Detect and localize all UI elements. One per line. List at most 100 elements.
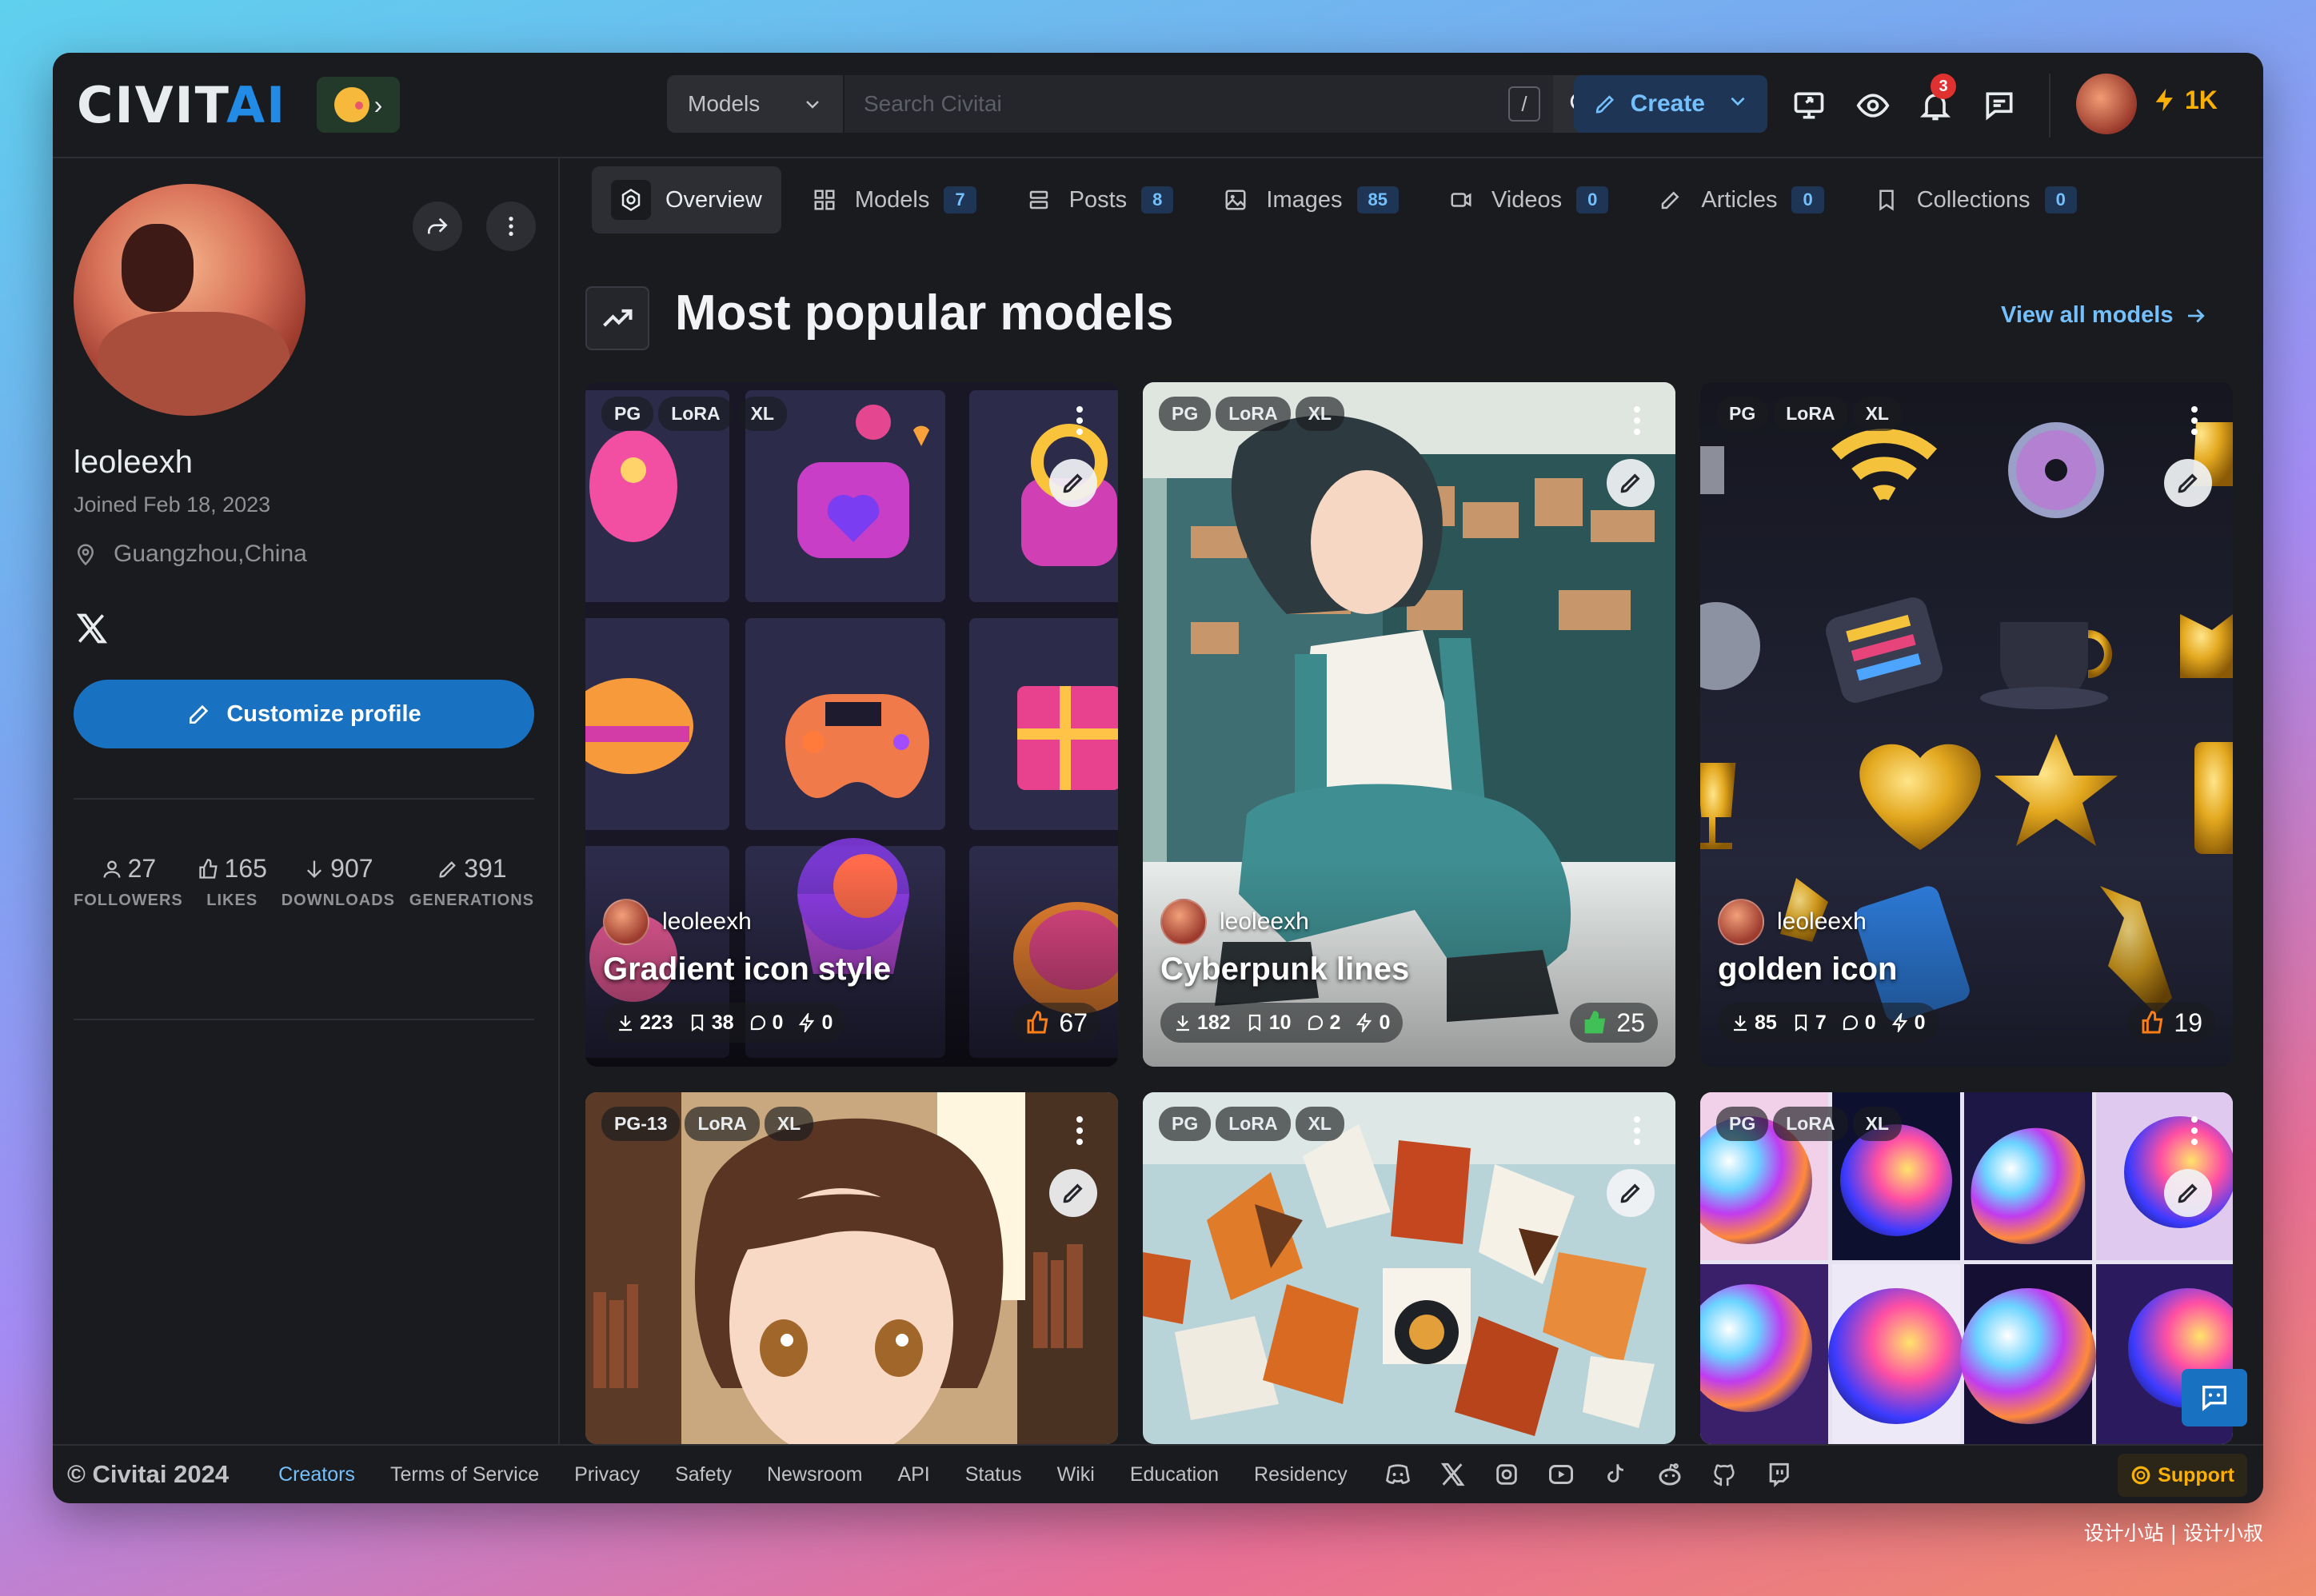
divider [74,798,534,800]
eye-icon[interactable] [1854,86,1892,125]
card-owner[interactable]: leoleexh [1718,899,1867,945]
footer-link-education[interactable]: Education [1130,1463,1219,1486]
card-image-anime-portrait [585,1092,1118,1444]
watermark-text: 设计小站 | 设计小叔 [2083,1522,2263,1545]
model-card[interactable]: PG LoRA XL leoleexh Gradient icon style … [585,382,1118,1067]
generate-button[interactable] [1607,1169,1655,1217]
tab-models[interactable]: Models 7 [789,166,996,233]
generate-button[interactable] [1607,459,1655,507]
user-avatar[interactable] [2076,74,2137,134]
emoji-menu-button[interactable]: › [317,77,400,133]
card-menu-button[interactable] [1634,406,1642,438]
tab-overview[interactable]: Overview [592,166,781,233]
bookmark-icon [691,1014,703,1032]
kiss-emoji-icon [333,87,369,122]
instagram-icon[interactable] [1491,1459,1522,1490]
footer-link-residency[interactable]: Residency [1254,1463,1348,1486]
model-likes[interactable]: 19 [2127,1003,2215,1043]
card-menu-button[interactable] [1634,1116,1642,1148]
type-badge: LoRA [1216,1107,1291,1141]
footer-link-creators[interactable]: Creators [278,1463,355,1486]
customize-profile-button[interactable]: Customize profile [74,680,534,748]
model-card[interactable]: PG LoRA XL [1700,1092,2233,1444]
bookmark-icon [1248,1014,1260,1032]
more-options-button[interactable] [486,201,536,251]
chat-support-button[interactable] [2182,1369,2247,1426]
generate-button[interactable] [2164,1169,2212,1217]
model-card[interactable]: PG LoRA XL leoleexh golden icon 85 7 0 0… [1700,382,2233,1067]
tab-collections[interactable]: Collections 0 [1851,166,2096,233]
youtube-icon[interactable] [1546,1459,1576,1490]
arrow-down-icon [307,860,322,878]
profile-tabs: Overview Models 7 Posts 8 Images 85 Vide… [592,166,2096,233]
model-stats: 182 10 2 0 [1160,1003,1404,1043]
tiktok-icon[interactable] [1600,1459,1631,1490]
card-badges: PG LoRA XL [1716,1107,1902,1141]
reddit-icon[interactable] [1655,1459,1685,1490]
footer-link-wiki[interactable]: Wiki [1057,1463,1095,1486]
stat-downloads: 907 DOWNLOADS [281,854,396,909]
thumb-up-icon [1027,1011,1048,1034]
model-card[interactable]: PG-13 LoRA XL [585,1092,1118,1444]
screen-share-icon[interactable] [1790,86,1828,125]
grid-icon [809,184,841,216]
footer-link-api[interactable]: API [897,1463,929,1486]
arrow-right-icon [2188,309,2206,322]
civitai-logo[interactable]: CIVITAI [77,80,286,131]
model-card[interactable]: PG LoRA XL leoleexh Cyberpunk lines 182 … [1143,382,1675,1067]
model-likes[interactable]: 25 [1570,1003,1658,1043]
lifebuoy-icon [2131,1466,2150,1485]
card-badges: PG LoRA XL [601,397,787,431]
owner-avatar [1160,899,1207,945]
footer-link-safety[interactable]: Safety [675,1463,732,1486]
generate-button[interactable] [2164,459,2212,507]
chat-icon[interactable] [1980,86,2019,125]
comment-icon [1843,1015,1858,1031]
header-divider [2049,74,2050,138]
divider [74,1019,534,1020]
search-bar: Models Search Civitai / [667,75,1611,133]
tab-posts[interactable]: Posts 8 [1004,166,1193,233]
footer-link-newsroom[interactable]: Newsroom [767,1463,862,1486]
generate-button[interactable] [1049,1169,1097,1217]
card-menu-button[interactable] [1076,406,1084,438]
card-menu-button[interactable] [1076,1116,1084,1148]
share-button[interactable] [413,201,462,251]
notification-badge: 3 [1931,74,1956,99]
type-badge: LoRA [658,397,733,431]
share-icon [428,217,448,234]
card-menu-button[interactable] [2191,1116,2199,1148]
view-all-models-link[interactable]: View all models [2001,302,2208,329]
model-likes[interactable]: 67 [1012,1003,1100,1043]
footer-link-privacy[interactable]: Privacy [574,1463,640,1486]
stat-downloads: 85 [1731,1011,1777,1035]
profile-location: Guangzhou,China [74,541,307,568]
support-button[interactable]: Support [2118,1454,2247,1497]
footer-link-terms[interactable]: Terms of Service [390,1463,539,1486]
buzz-balance[interactable]: 1K [2151,85,2218,115]
search-type-select[interactable]: Models [667,75,845,133]
create-button[interactable]: Create [1574,75,1767,133]
lightning-icon [1891,1013,1907,1032]
tab-images[interactable]: Images 85 [1200,166,1418,233]
card-badges: PG LoRA XL [1159,1107,1344,1141]
discord-icon[interactable] [1383,1459,1413,1490]
search-input[interactable]: Search Civitai / [845,75,1553,133]
twitch-icon[interactable] [1763,1459,1794,1490]
tab-articles[interactable]: Articles 0 [1635,166,1843,233]
lightning-icon [799,1013,815,1032]
stat-followers[interactable]: 27 FOLLOWERS [74,854,183,910]
rating-badge: PG [1159,397,1212,431]
x-social-link[interactable] [74,611,114,651]
github-icon[interactable] [1709,1459,1739,1490]
footer-link-status[interactable]: Status [965,1463,1022,1486]
x-logo-icon[interactable] [1437,1459,1467,1490]
rating-badge: PG [1159,1107,1212,1141]
card-menu-button[interactable] [2191,406,2199,438]
generate-button[interactable] [1049,459,1097,507]
tab-videos[interactable]: Videos 0 [1426,166,1627,233]
card-owner[interactable]: leoleexh [1160,899,1309,945]
owner-avatar [1718,899,1764,945]
card-owner[interactable]: leoleexh [603,899,752,945]
model-card[interactable]: PG LoRA XL [1143,1092,1675,1444]
